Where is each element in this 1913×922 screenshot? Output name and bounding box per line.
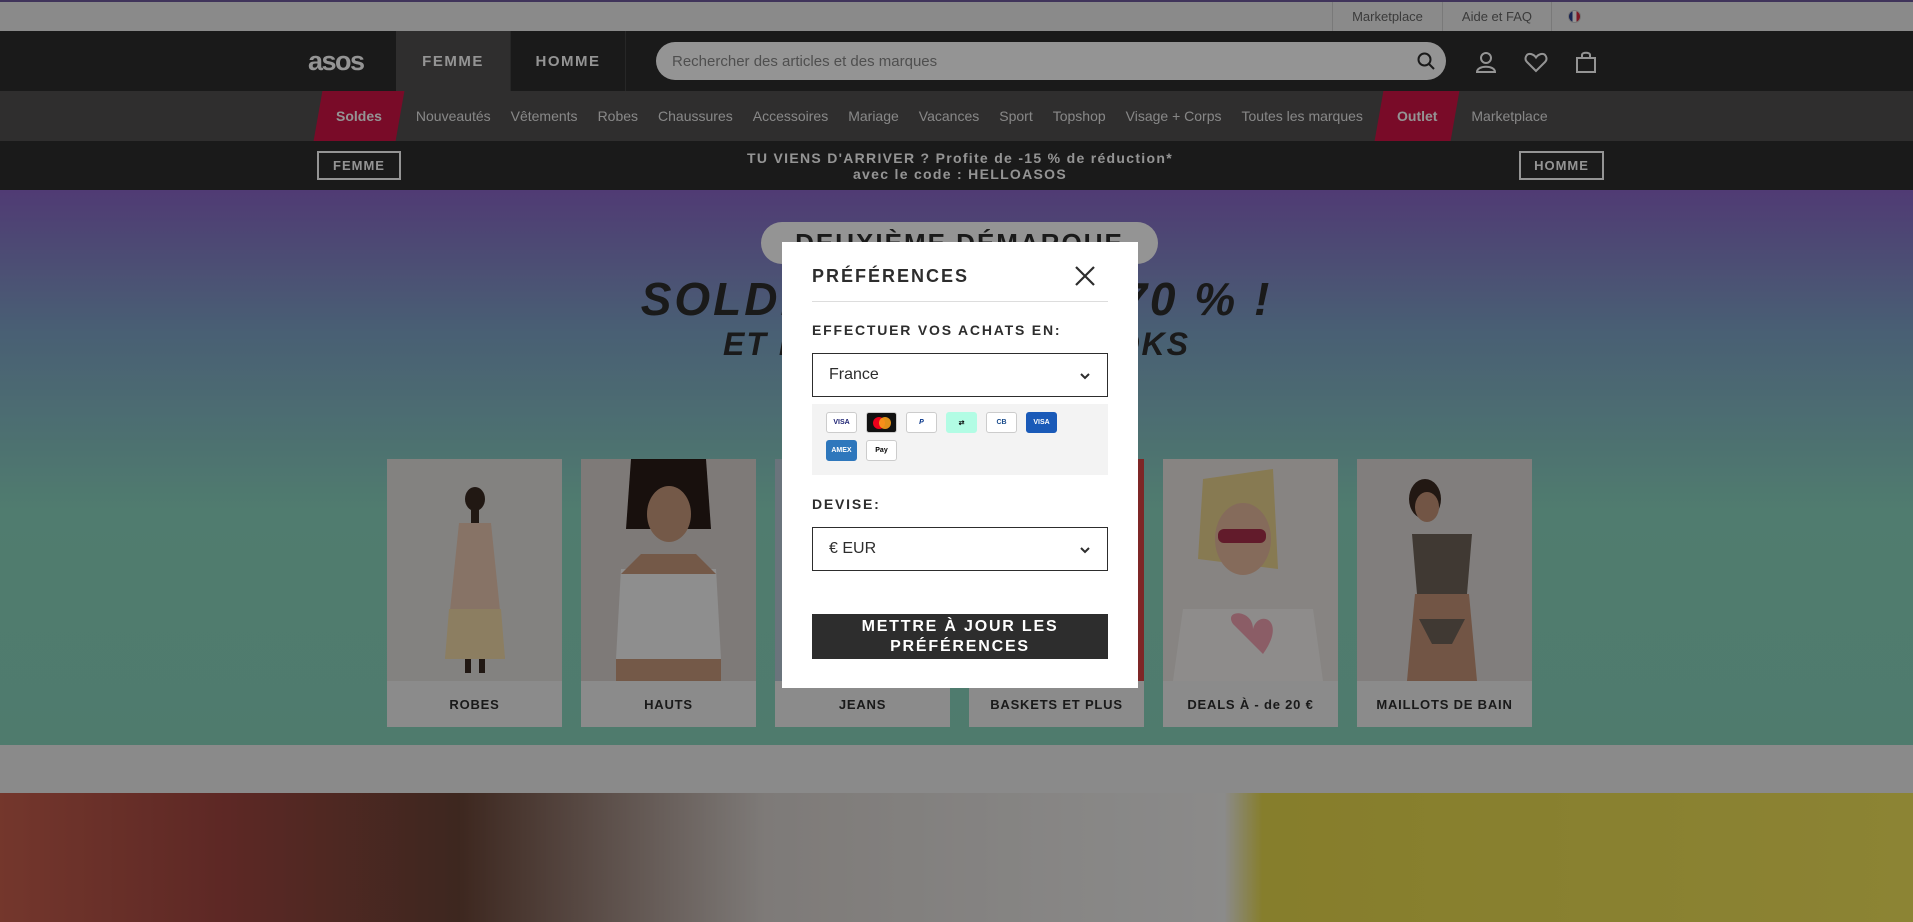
currency-value: € EUR — [829, 540, 877, 557]
mastercard-icon — [866, 412, 897, 433]
visa-electron-icon: VISA — [1026, 412, 1057, 433]
visa-icon: VISA — [826, 412, 857, 433]
currency-select[interactable]: € EUR — [812, 527, 1108, 571]
payment-methods: VISA P ⇄ CB VISA AMEX Pay — [812, 404, 1108, 475]
currency-label: DEVISE: — [812, 496, 881, 512]
country-select[interactable]: France — [812, 353, 1108, 397]
paypal-icon: P — [906, 412, 937, 433]
country-value: France — [829, 366, 879, 383]
amex-icon: AMEX — [826, 440, 857, 461]
preferences-modal: PRÉFÉRENCES EFFECTUER VOS ACHATS EN: Fra… — [782, 242, 1138, 688]
modal-title: PRÉFÉRENCES — [812, 266, 970, 286]
divider — [812, 301, 1108, 302]
chevron-down-icon — [1080, 547, 1090, 554]
carte-bancaire-icon: CB — [986, 412, 1017, 433]
close-icon[interactable] — [1072, 263, 1098, 289]
apple-pay-icon: Pay — [866, 440, 897, 461]
afterpay-icon: ⇄ — [946, 412, 977, 433]
update-preferences-button[interactable]: METTRE À JOUR LES PRÉFÉRENCES — [812, 614, 1108, 659]
chevron-down-icon — [1080, 373, 1090, 380]
shop-in-label: EFFECTUER VOS ACHATS EN: — [812, 322, 1062, 338]
